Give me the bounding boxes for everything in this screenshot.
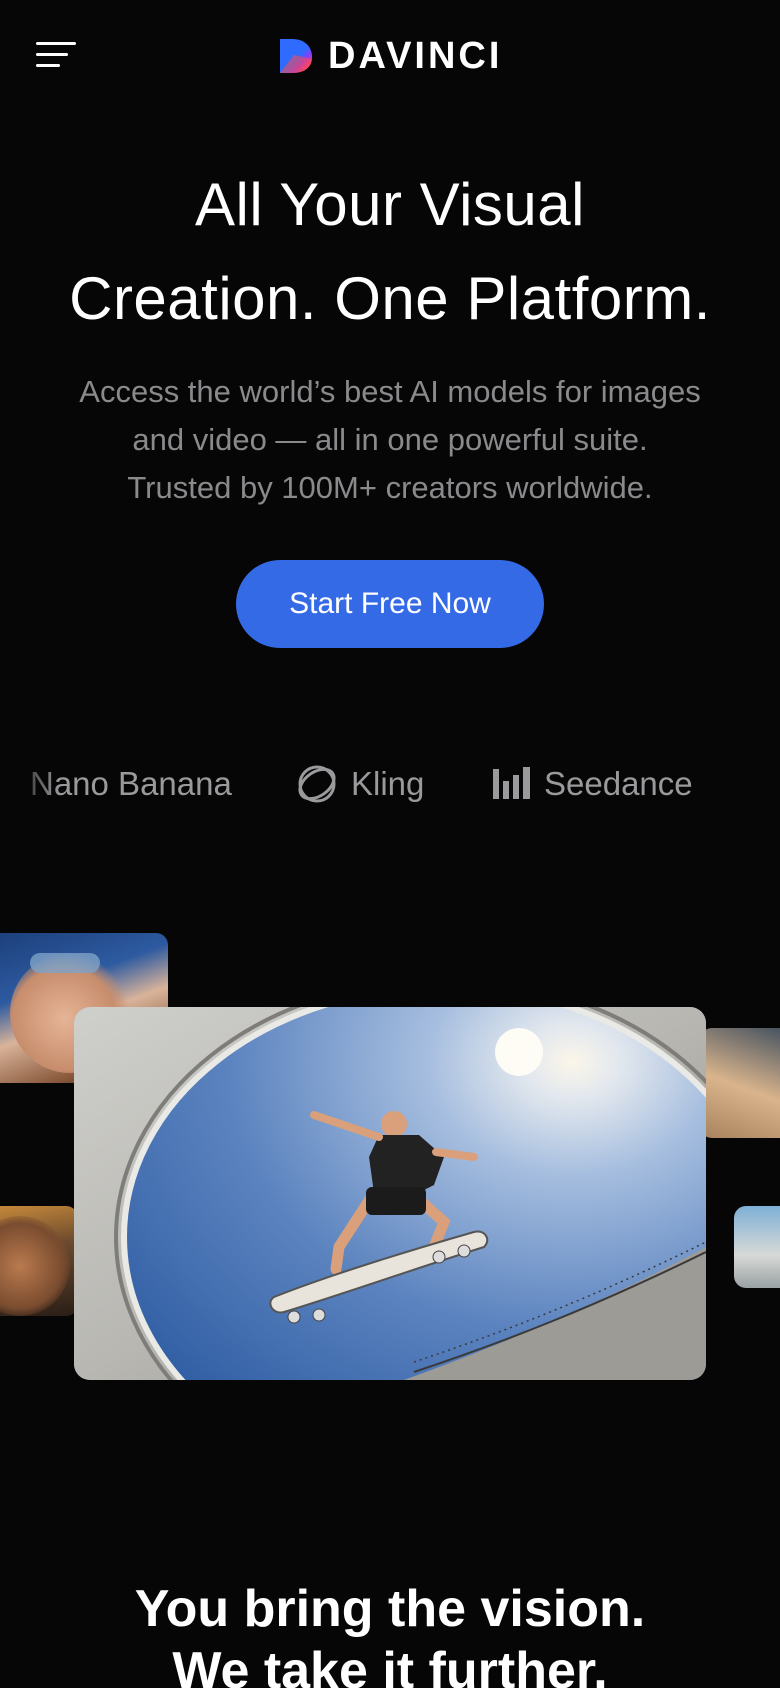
section-title-line: We take it further. <box>172 1642 608 1688</box>
brand-name: DAVINCI <box>328 35 503 77</box>
model-name: Seedance <box>544 765 693 802</box>
woman-field-photo <box>700 1028 780 1138</box>
hero-title-line: All Your Visual <box>195 171 585 238</box>
davinci-logo-icon <box>280 39 312 73</box>
strip-fade-left <box>0 756 60 812</box>
start-free-button[interactable]: Start Free Now <box>236 560 544 648</box>
seedance-bars-icon <box>493 767 530 799</box>
model-logo-seedance: Seedance <box>492 756 693 812</box>
skateboarder-in-bowl-photo <box>74 1007 706 1380</box>
strip-fade-right <box>710 756 780 812</box>
model-logo-nano-banana: Nano Banana <box>30 756 232 812</box>
hero-subtitle: Access the world’s best AI models for im… <box>20 368 760 512</box>
skateboarder-illustration <box>74 1007 706 1380</box>
model-logos-strip: Nano Banana Kling Seedance <box>0 756 780 812</box>
kling-logo-icon <box>298 765 336 803</box>
hero-subtitle-line: and video — all in one powerful suite. <box>132 422 648 457</box>
hero-subtitle-line: Trusted by 100M+ creators worldwide. <box>127 470 653 505</box>
brand-logo[interactable]: DAVINCI <box>278 36 502 76</box>
landing-page: DAVINCI All Your Visual Creation. One Pl… <box>0 0 780 1688</box>
section-title: You bring the vision. We take it further… <box>0 1578 780 1688</box>
model-name: Nano Banana <box>30 765 232 802</box>
hero-title: All Your Visual Creation. One Platform. <box>0 158 780 346</box>
hero-title-line: Creation. One Platform. <box>69 265 711 332</box>
model-name: Kling <box>351 765 425 802</box>
hamburger-menu-icon[interactable] <box>36 40 78 72</box>
section-title-line: You bring the vision. <box>134 1580 646 1638</box>
man-laughing-photo <box>0 1206 78 1316</box>
hero-subtitle-line: Access the world’s best AI models for im… <box>79 374 701 409</box>
model-logo-kling: Kling <box>295 756 424 812</box>
landscape-photo <box>734 1206 780 1288</box>
